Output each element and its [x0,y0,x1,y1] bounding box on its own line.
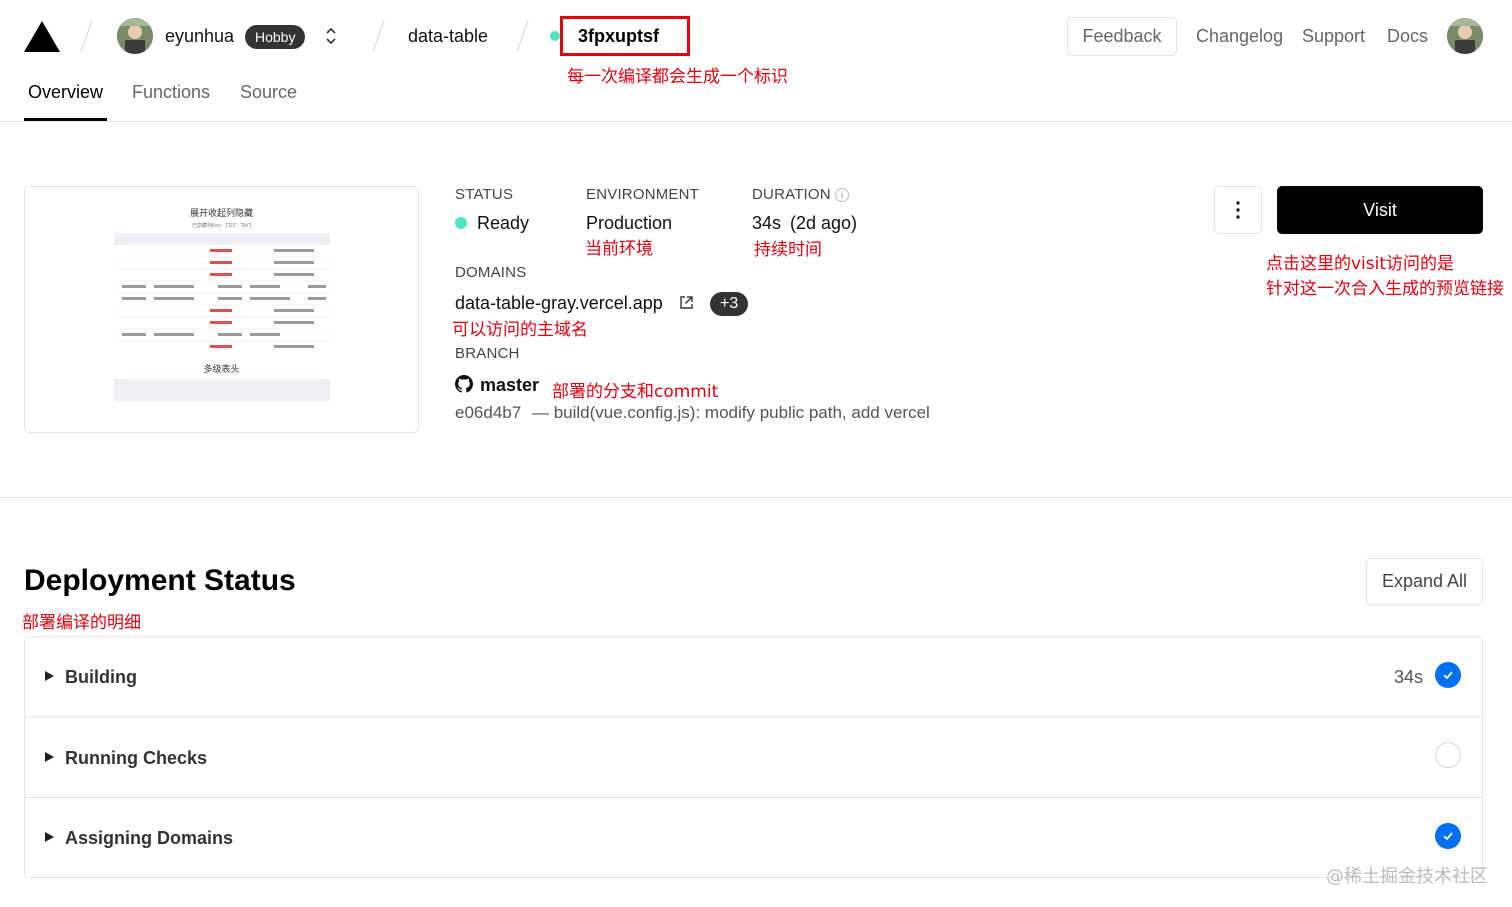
username[interactable]: eyunhua [165,26,234,47]
visit-annotation-line2: 针对这一次合入生成的预览链接 [1266,279,1504,299]
external-link-icon[interactable] [679,295,694,315]
domain-annotation: 可以访问的主域名 [452,320,588,340]
status-label: STATUS [455,186,514,203]
tab-overview[interactable]: Overview [28,82,103,103]
status-row-label: Running Checks [65,748,208,768]
header-divider [0,121,1512,122]
user-avatar[interactable] [117,18,153,54]
duration-ago: (2d ago) [790,213,858,233]
environment-label: ENVIRONMENT [586,186,700,203]
visit-button[interactable]: Visit [1277,186,1483,234]
tab-source[interactable]: Source [240,82,297,103]
more-options-button[interactable] [1214,186,1262,234]
vercel-logo-icon[interactable] [24,21,60,52]
section-divider [0,497,1512,498]
deployment-status-dot [550,31,560,41]
pending-circle-icon [1435,742,1461,768]
preview-title: 展开收起列隐藏 [189,209,253,219]
status-value: Ready [477,213,530,233]
chevron-updown-icon[interactable] [324,26,338,51]
expand-caret-icon[interactable] [45,671,54,681]
plan-badge: Hobby [245,25,306,49]
deployment-status-title: Deployment Status [24,564,296,597]
domains-label: DOMAINS [455,264,527,281]
preview-second-title: 多级表头 [203,365,240,375]
info-icon[interactable]: i [835,188,849,202]
account-avatar[interactable] [1447,18,1483,54]
deployment-status-annotation: 部署编译的明细 [22,613,141,633]
branch-label: BRANCH [455,345,520,362]
branch-name[interactable]: master [480,375,539,396]
deployment-preview-thumbnail[interactable]: 展开收起列隐藏 已隐藏列Key：["D3", "D4"] 多级表头 [24,186,419,433]
breadcrumb-separator [80,20,93,52]
check-icon [1435,823,1461,849]
support-link[interactable]: Support [1302,26,1365,47]
duration-value: 34s [752,213,782,233]
changelog-link[interactable]: Changelog [1196,26,1283,47]
feedback-button[interactable]: Feedback [1067,17,1177,56]
domain-link[interactable]: data-table-gray.vercel.app [455,293,663,314]
project-name[interactable]: data-table [408,26,488,47]
watermark: @稀土掘金技术社区 [1326,866,1488,887]
tab-functions[interactable]: Functions [132,82,210,103]
status-row-label: Building [65,667,137,687]
commit-hash[interactable]: e06d4b7 [455,403,521,423]
status-row-building[interactable]: Building 34s [25,637,1482,717]
preview-subtitle: 已隐藏列Key：["D3", "D4"] [191,223,252,229]
deployment-status-list: Building 34s Running Checks Assigning Do… [24,636,1483,878]
deployment-id[interactable]: 3fpxuptsf [578,26,659,47]
docs-link[interactable]: Docs [1387,26,1428,47]
environment-annotation: 当前环境 [585,239,653,259]
environment-value: Production [586,213,673,233]
github-icon [455,375,473,398]
branch-annotation: 部署的分支和commit [552,382,719,402]
kebab-icon [1236,201,1240,219]
expand-caret-icon[interactable] [45,752,54,762]
duration-annotation: 持续时间 [754,240,822,260]
deployment-id-annotation: 每一次编译都会生成一个标识 [567,67,788,87]
expand-all-button[interactable]: Expand All [1366,558,1483,605]
visit-annotation-line1: 点击这里的visit访问的是 [1266,254,1455,274]
status-row-label: Assigning Domains [65,828,234,848]
status-row-time: 34s [1394,667,1424,687]
duration-label: DURATION [752,186,831,203]
breadcrumb-separator [516,20,529,52]
additional-domains-badge[interactable]: +3 [710,292,749,316]
ready-status-dot [455,217,467,229]
commit-message: — build(vue.config.js): modify public pa… [532,403,930,422]
preview-table-header [114,233,330,245]
status-row-assigning-domains[interactable]: Assigning Domains [25,798,1482,878]
status-row-running-checks[interactable]: Running Checks [25,718,1482,798]
preview-divider [114,390,330,391]
breadcrumb-separator [372,20,385,52]
preview-table-body [114,245,330,353]
expand-caret-icon[interactable] [45,832,54,842]
check-icon [1435,662,1461,688]
